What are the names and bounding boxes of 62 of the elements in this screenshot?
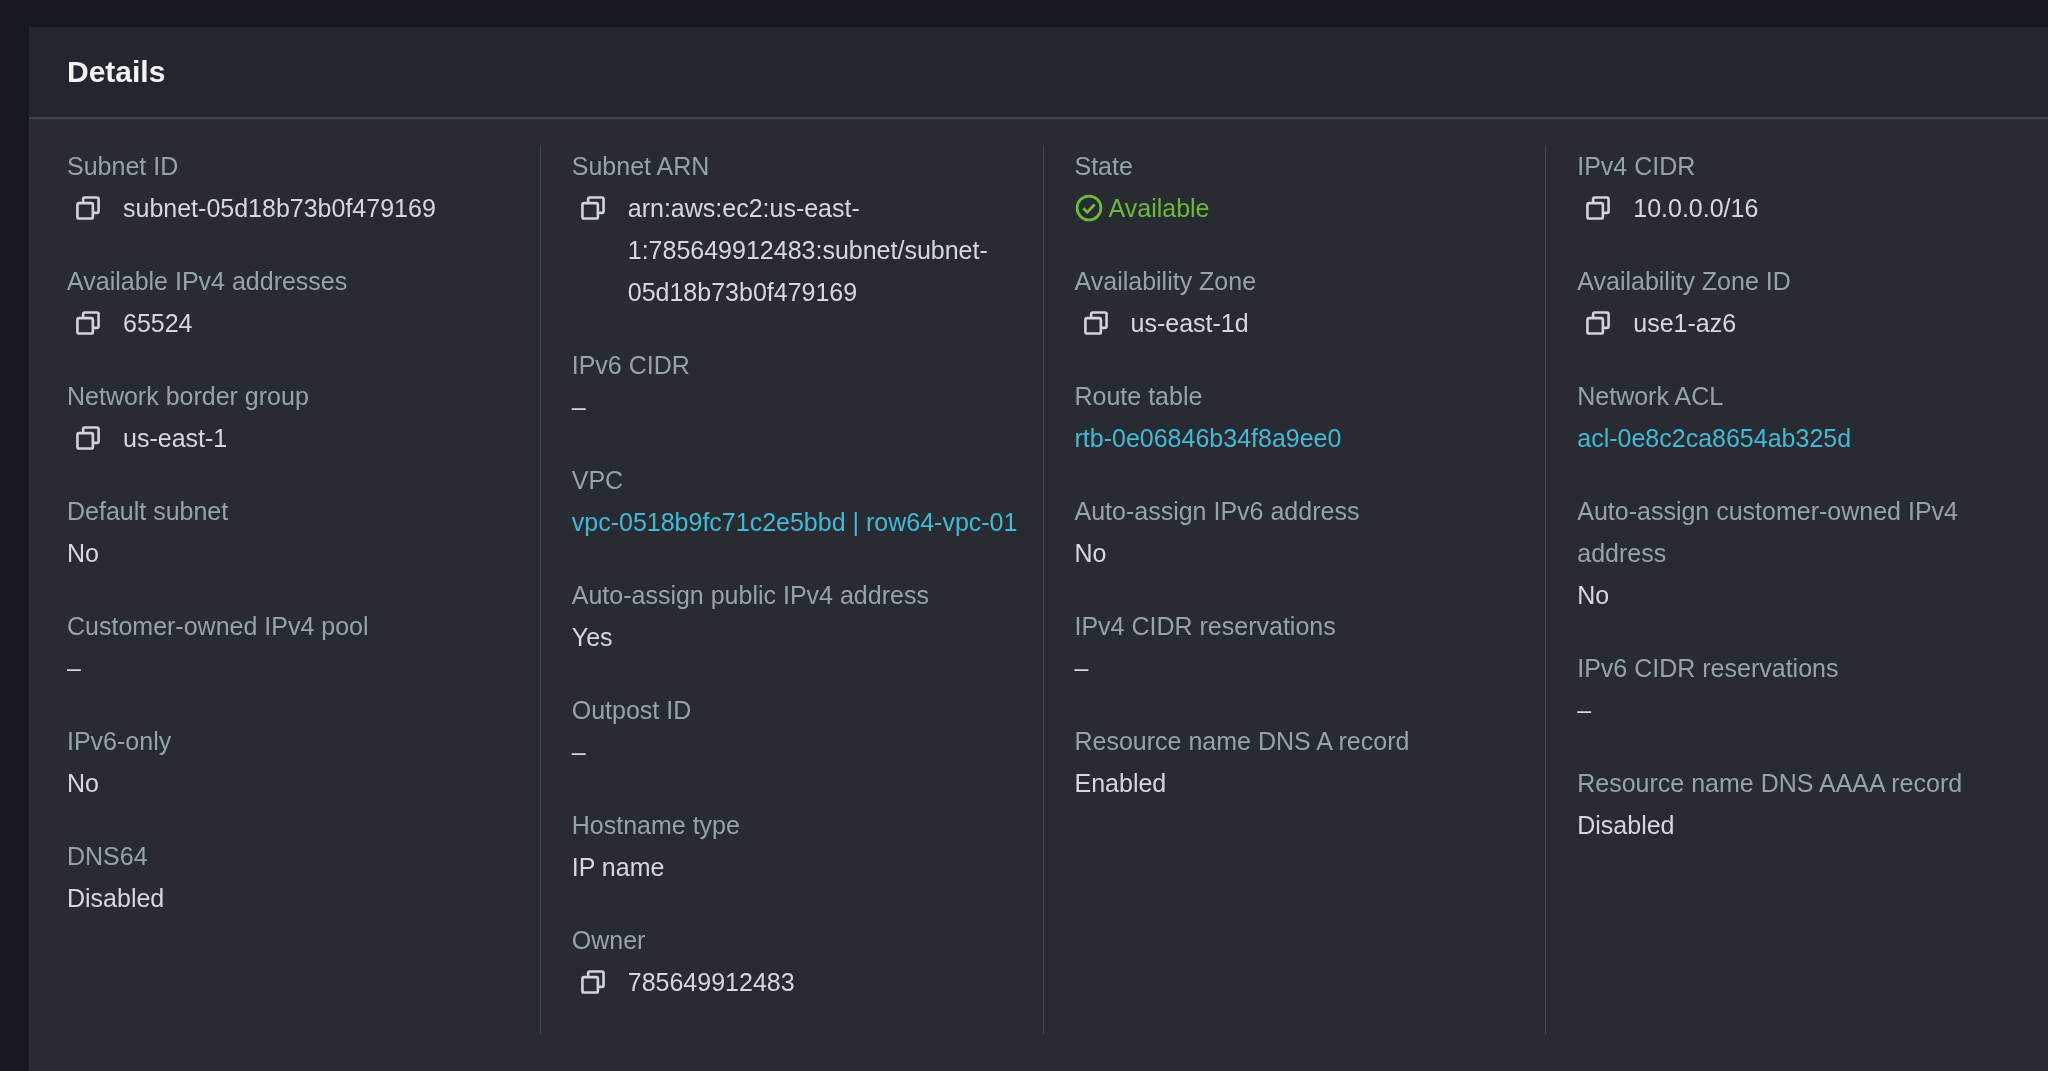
field-link[interactable]: vpc-0518b9fc71c2e5bbd | row64-vpc-01 — [571, 508, 1018, 536]
field-label: Owner — [571, 925, 647, 956]
field-value: No — [1577, 581, 1610, 609]
field-value: – — [1074, 654, 1089, 682]
field-label: Availability Zone — [1074, 266, 1258, 297]
field-value: Enabled — [1074, 769, 1167, 797]
field-value: us-east-1d — [1130, 308, 1249, 339]
field-label: Network ACL — [1577, 381, 1725, 412]
copy-icon[interactable] — [75, 425, 101, 451]
field-value: – — [571, 738, 586, 766]
field-label: IPv4 CIDR — [1577, 151, 1697, 182]
field-label: State — [1074, 151, 1134, 182]
copy-icon[interactable] — [75, 310, 101, 336]
field-link[interactable]: rtb-0e06846b34f8a9ee0 — [1074, 424, 1342, 452]
field-value: arn:aws:ec2:us-east-1:785649912483:subnet/subnet-05d18b73b0f479169 — [627, 193, 989, 308]
field-label: Network border group — [67, 381, 310, 412]
check-circle-icon — [1074, 194, 1103, 222]
field-value: No — [67, 539, 99, 567]
copy-icon[interactable] — [579, 195, 606, 221]
field-value: – — [67, 654, 81, 682]
field-value: – — [571, 393, 586, 421]
field-value: Yes — [571, 623, 613, 651]
field-value: use1-az6 — [1633, 308, 1737, 339]
copy-icon[interactable] — [579, 969, 606, 995]
field-value: No — [1074, 539, 1107, 567]
field-label: Customer-owned IPv4 pool — [67, 611, 370, 642]
field-value: 65524 — [123, 308, 193, 339]
field-value: 10.0.0.0/16 — [1633, 193, 1759, 224]
field-label: Available IPv4 addresses — [67, 266, 349, 297]
copy-icon[interactable] — [1585, 310, 1612, 336]
field-label: Route table — [1074, 381, 1204, 412]
field-value: Disabled — [67, 884, 165, 912]
field-value: 785649912483 — [627, 967, 795, 998]
field-label: IPv6 CIDR reservations — [1577, 653, 1840, 684]
field-label: Auto-assign public IPv4 address — [571, 580, 930, 611]
panel-title: Details — [67, 55, 166, 89]
field-label: Resource name DNS AAAA record — [1577, 768, 1964, 799]
field-label: Subnet ID — [67, 151, 180, 182]
copy-icon[interactable] — [1082, 310, 1109, 336]
field-value: IP name — [571, 853, 665, 881]
field-label: DNS64 — [67, 841, 149, 872]
field-label: VPC — [571, 465, 625, 496]
field-label: Availability Zone ID — [1577, 266, 1792, 297]
field-link[interactable]: acl-0e8c2ca8654ab325d — [1577, 424, 1852, 452]
copy-icon[interactable] — [1585, 195, 1612, 221]
field-label: Outpost ID — [571, 695, 693, 726]
field-label: Resource name DNS A record — [1074, 726, 1411, 757]
field-label: Hostname type — [571, 810, 741, 841]
field-label: Auto-assign customer-owned IPv4 address — [1577, 496, 1959, 569]
field-label: Default subnet — [67, 496, 230, 527]
field-value: – — [1577, 696, 1592, 724]
field-value: No — [67, 769, 99, 797]
field-label: Auto-assign IPv6 address — [1074, 496, 1361, 527]
field-label: IPv6-only — [67, 726, 173, 757]
field-label: Subnet ARN — [571, 151, 711, 182]
field-value: Disabled — [1577, 811, 1675, 839]
field-value: us-east-1 — [123, 423, 228, 454]
status-text: Available — [1108, 193, 1210, 224]
field-value: subnet-05d18b73b0f479169 — [123, 193, 436, 224]
copy-icon[interactable] — [75, 195, 101, 221]
field-label: IPv4 CIDR reservations — [1074, 611, 1337, 642]
field-label: IPv6 CIDR — [571, 350, 691, 381]
